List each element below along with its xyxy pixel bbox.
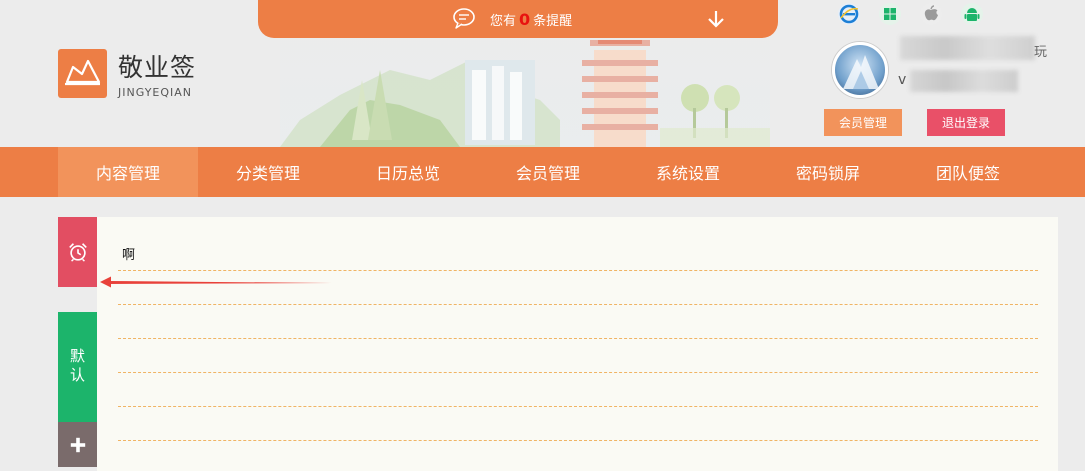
brand: 敬业签 JINGYEQIAN	[118, 48, 196, 99]
note-line	[118, 338, 1038, 339]
nav-item-system-settings[interactable]: 系统设置	[618, 147, 758, 197]
note-line	[118, 304, 1038, 305]
reminder-prefix: 您有	[490, 14, 517, 29]
note-text[interactable]: 啊	[122, 244, 135, 263]
nav-item-team-notes[interactable]: 团队便签	[898, 147, 1038, 197]
note-line	[118, 406, 1038, 407]
nav-item-category-management[interactable]: 分类管理	[198, 147, 338, 197]
logout-button[interactable]: 退出登录	[927, 109, 1005, 136]
arrow-down-icon[interactable]	[705, 8, 727, 30]
reminder-text: 您有 0 条提醒	[490, 10, 572, 29]
nav-item-calendar-overview[interactable]: 日历总览	[338, 147, 478, 197]
pointer-arrow-annotation	[100, 276, 332, 288]
category-tab-label: 默认	[68, 348, 86, 386]
member-management-button[interactable]: 会员管理	[824, 109, 902, 136]
username-redacted	[900, 36, 1035, 60]
nav-item-content-management[interactable]: 内容管理	[58, 147, 198, 197]
add-category-button[interactable]	[58, 422, 97, 467]
alarm-clock-icon	[68, 243, 87, 262]
reminder-bar[interactable]: 您有 0 条提醒	[258, 0, 778, 38]
account-info-redacted	[910, 70, 1018, 92]
reminder-count: 0	[519, 10, 531, 29]
windows-icon[interactable]	[879, 3, 901, 25]
chat-bubble-icon	[453, 8, 475, 29]
username-tail: 玩	[1034, 45, 1048, 60]
account-line-lead: v	[898, 72, 907, 88]
logo-icon[interactable]	[58, 49, 107, 98]
ie-icon[interactable]	[838, 3, 860, 25]
nav-item-member-management[interactable]: 会员管理	[478, 147, 618, 197]
category-tab-default[interactable]: 默认	[58, 312, 97, 422]
note-editor[interactable]: 啊	[97, 217, 1058, 471]
reminder-tab[interactable]	[58, 217, 97, 287]
note-line	[118, 440, 1038, 441]
nav-item-password-lock[interactable]: 密码锁屏	[758, 147, 898, 197]
note-line	[118, 270, 1038, 271]
reminder-suffix: 条提醒	[533, 14, 573, 29]
brand-title: 敬业签	[118, 53, 197, 82]
apple-icon[interactable]	[920, 3, 942, 25]
plus-icon	[70, 437, 85, 452]
android-icon[interactable]	[961, 3, 983, 25]
avatar[interactable]	[832, 42, 888, 98]
main-nav: 内容管理 分类管理 日历总览 会员管理 系统设置 密码锁屏 团队便签	[0, 147, 1085, 197]
platform-icons	[838, 3, 983, 25]
brand-subtitle: JINGYEQIAN	[118, 86, 193, 99]
note-line	[118, 372, 1038, 373]
